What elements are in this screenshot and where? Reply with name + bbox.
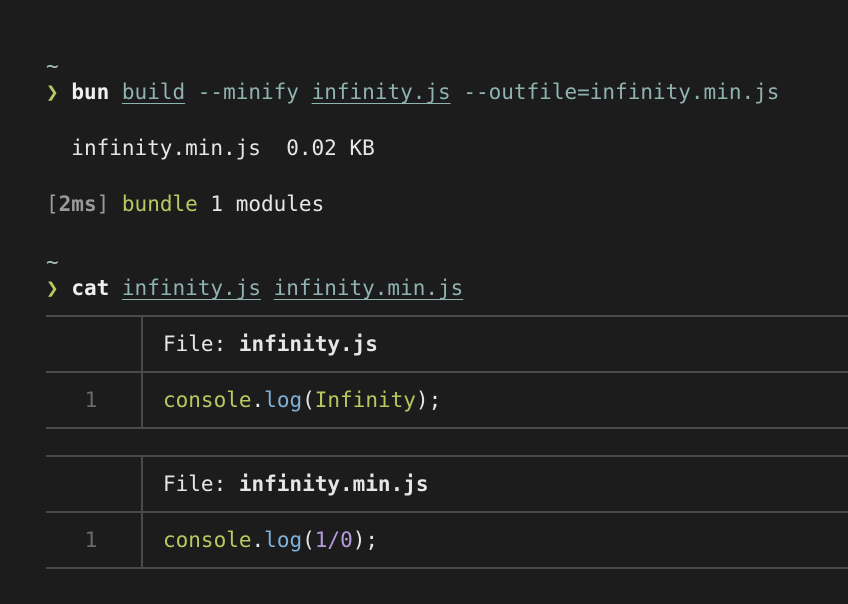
code-paren-open: (	[302, 528, 315, 552]
bundle-word: bundle	[121, 192, 198, 216]
file-view-2-bottom-rule	[46, 567, 848, 569]
file-header-name: infinity.min.js	[238, 472, 429, 496]
code-object: console	[163, 528, 252, 552]
cwd-tilde-1: ~	[46, 54, 59, 78]
prompt-chevron-icon: ❯	[46, 80, 59, 104]
file-view-1-top-rule	[46, 315, 848, 317]
file-view-1-header: File: infinity.js	[163, 330, 378, 358]
cat-file2-arg: infinity.min.js	[273, 276, 464, 300]
code-dot: .	[251, 388, 265, 412]
line-number: 1	[84, 388, 98, 412]
code-argument: Infinity	[314, 388, 416, 412]
bundle-time: 2ms	[58, 192, 97, 216]
line-number: 1	[84, 528, 98, 552]
file-view-1-bottom-rule	[46, 427, 848, 429]
code-paren-close: );	[415, 388, 442, 412]
bundle-summary: [2ms] bundle 1 modules	[46, 190, 324, 218]
code-function: log	[264, 388, 303, 412]
command-line-1[interactable]: ❯ bun build --minify infinity.js --outfi…	[46, 78, 779, 106]
input-file-arg: infinity.js	[311, 80, 451, 104]
command-line-2[interactable]: ❯ cat infinity.js infinity.min.js	[46, 274, 463, 302]
prompt-chevron-icon: ❯	[46, 276, 59, 300]
output-file-size: infinity.min.js 0.02 KB	[46, 134, 375, 162]
cwd-tilde-2: ~	[46, 250, 59, 274]
file-header-name: infinity.js	[238, 332, 378, 356]
file-view-2-header-rule	[46, 511, 848, 513]
code-number: 0	[340, 528, 353, 552]
bundle-modules-count: 1 modules	[210, 192, 325, 216]
command-name: cat	[71, 276, 110, 300]
code-number: 1	[314, 528, 328, 552]
cat-file1-arg: infinity.js	[121, 276, 261, 300]
code-paren-open: (	[302, 388, 315, 412]
code-line: console.log(Infinity);	[163, 386, 441, 414]
code-object: console	[163, 388, 252, 412]
file-header-label: File:	[163, 332, 239, 356]
code-dot: .	[251, 528, 265, 552]
command-name: bun	[71, 80, 110, 104]
file-view-2-header: File: infinity.min.js	[163, 470, 429, 498]
code-line: console.log(1/0);	[163, 526, 378, 554]
subcommand-arg: build	[121, 80, 186, 104]
code-operator: /	[327, 528, 341, 552]
file-view-2-top-rule	[46, 455, 848, 457]
file-view-1-header-rule	[46, 371, 848, 373]
outfile-flag: --outfile=infinity.min.js	[463, 80, 780, 104]
time-close-bracket: ]	[96, 192, 110, 216]
output-file-size-text: infinity.min.js 0.02 KB	[71, 136, 375, 160]
file-header-label: File:	[163, 472, 239, 496]
time-open-bracket: [	[46, 192, 59, 216]
code-paren-close: );	[352, 528, 379, 552]
minify-flag: --minify	[197, 80, 299, 104]
code-function: log	[264, 528, 303, 552]
